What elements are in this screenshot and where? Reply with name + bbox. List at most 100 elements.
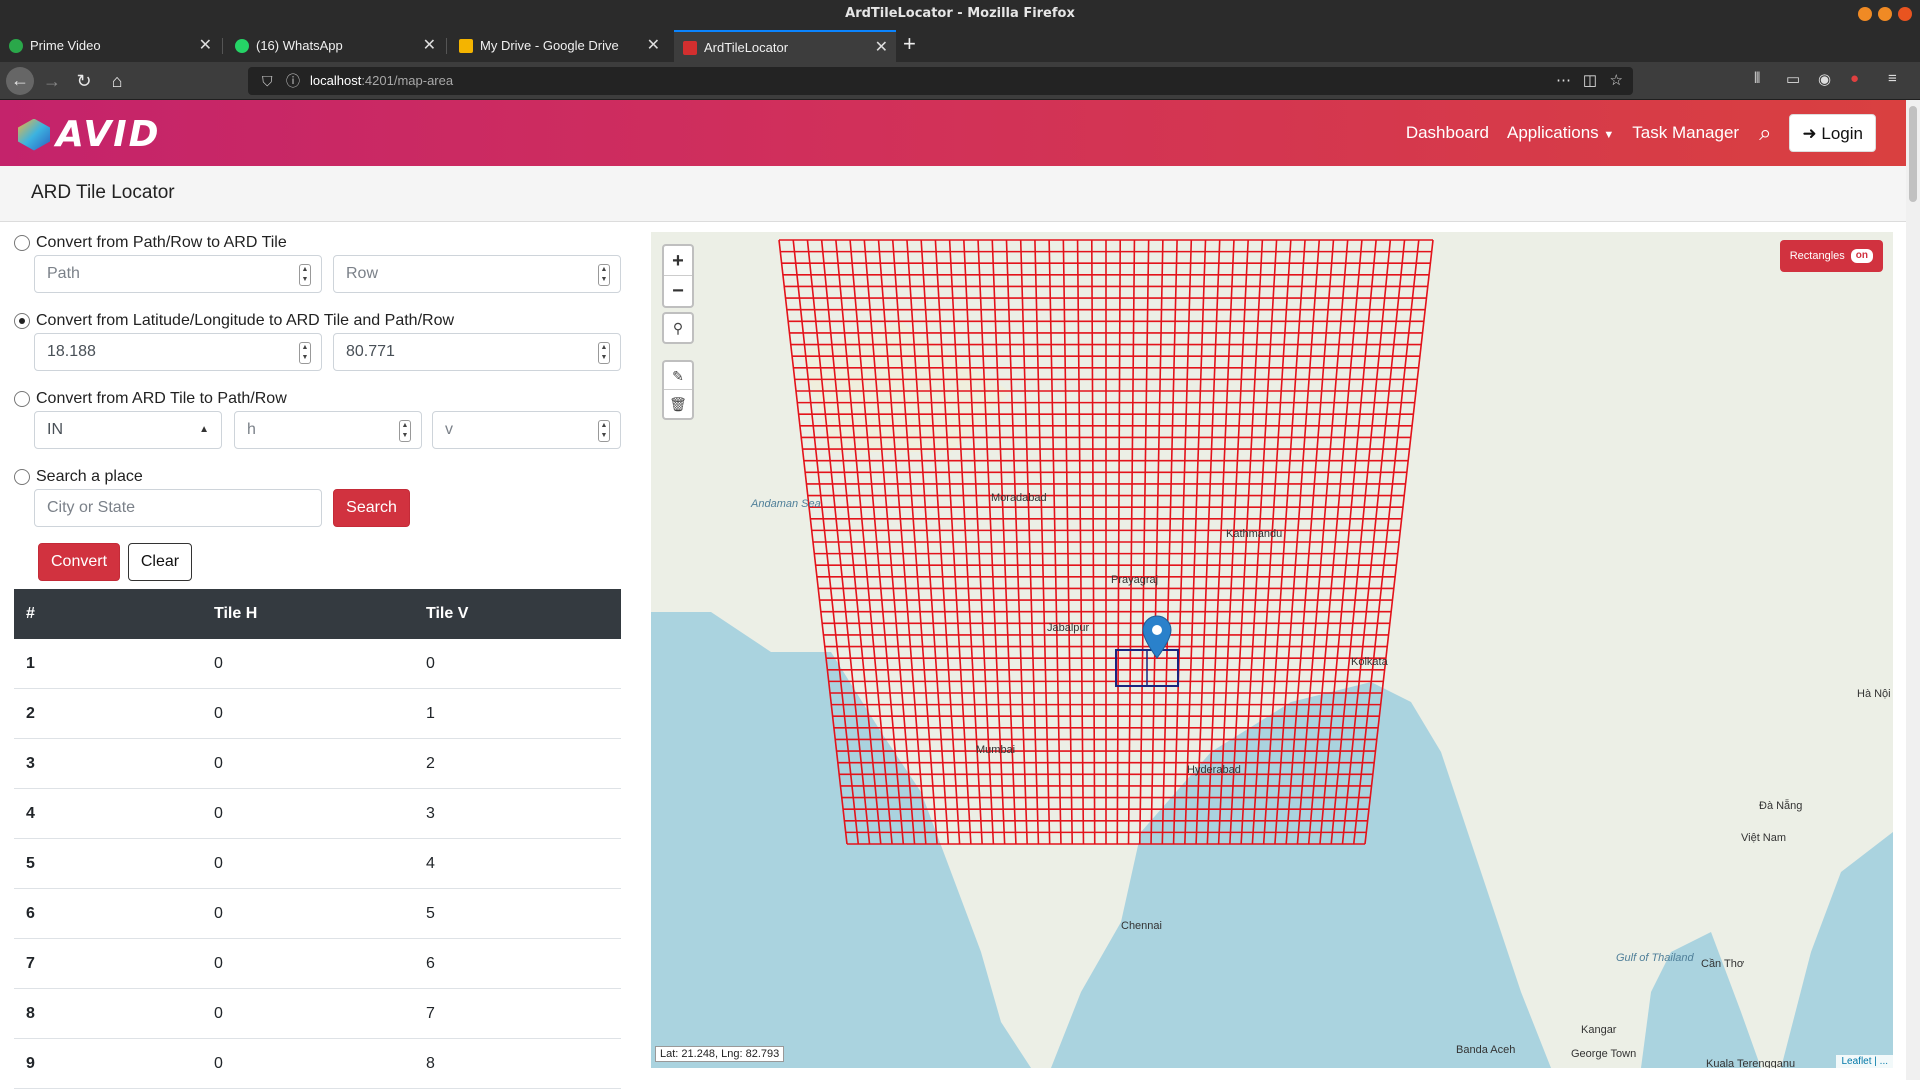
map-label-sea: Andaman Sea: [751, 498, 821, 510]
close-tab-icon[interactable]: ✕: [423, 30, 436, 62]
extension-icon[interactable]: ●: [1850, 70, 1859, 87]
url-bar[interactable]: ⛉ ⓘ localhost:4201/map-area ⋯ ◫ ☆: [248, 67, 1633, 95]
tile-h-value: 0: [214, 705, 223, 722]
row-index: 8: [26, 1005, 35, 1022]
close-window-button[interactable]: [1898, 7, 1912, 21]
spinner-icon[interactable]: ▲ ▼: [299, 264, 311, 286]
login-button[interactable]: ➜ Login: [1789, 114, 1876, 152]
nav-applications-label: Applications: [1507, 123, 1599, 142]
tile-h-value: 0: [214, 655, 223, 672]
search-icon[interactable]: ⌕: [1759, 120, 1771, 146]
forward-button[interactable]: →: [38, 68, 66, 94]
menu-icon[interactable]: ≡: [1888, 70, 1897, 87]
map-label-city: Cần Thơ: [1701, 958, 1745, 970]
radio-lat-lng[interactable]: [14, 313, 30, 329]
close-tab-icon[interactable]: ✕: [199, 30, 212, 62]
login-label: Login: [1821, 124, 1863, 143]
option-path-row[interactable]: Convert from Path/Row to ARD Tile: [14, 234, 287, 252]
map-label-city: George Town: [1571, 1048, 1637, 1060]
edit-control: ✎ 🗑: [662, 360, 694, 420]
close-tab-icon[interactable]: ✕: [875, 32, 888, 64]
rectangles-toggle[interactable]: Rectangles on: [1779, 240, 1883, 272]
rectangles-switch[interactable]: on: [1850, 249, 1873, 263]
spinner-icon[interactable]: ▲ ▼: [598, 420, 610, 442]
map-label-city: Hà Nội: [1857, 688, 1891, 700]
table-row: 1 0 0: [14, 639, 621, 689]
nav-task-manager[interactable]: Task Manager: [1632, 123, 1739, 143]
place-placeholder: City or State: [47, 499, 136, 516]
nav-applications[interactable]: Applications ▼: [1507, 123, 1614, 143]
row-index: 3: [26, 755, 35, 772]
table-row: 7 0 6: [14, 939, 621, 989]
tab-ardtilelocator[interactable]: ArdTileLocator ✕: [674, 30, 896, 62]
tile-v-value: 8: [426, 1055, 435, 1072]
tab-prime-video[interactable]: Prime Video ✕: [0, 30, 220, 62]
region-select[interactable]: IN ▲: [34, 411, 222, 449]
radio-search-place[interactable]: [14, 469, 30, 485]
tile-h-value: 0: [214, 755, 223, 772]
page-scrollbar[interactable]: [1906, 100, 1920, 1080]
bookmark-star-icon[interactable]: ☆: [1610, 67, 1623, 95]
sidebar-icon[interactable]: ▭: [1786, 70, 1800, 88]
tab-whatsapp[interactable]: (16) WhatsApp ✕: [226, 30, 444, 62]
spinner-icon[interactable]: ▲ ▼: [598, 264, 610, 286]
longitude-input[interactable]: 80.771 ▲ ▼: [333, 333, 621, 371]
home-button[interactable]: ⌂: [103, 68, 131, 94]
app-navbar: AVID Dashboard Applications ▼ Task Manag…: [0, 100, 1906, 166]
radio-ard-tile[interactable]: [14, 391, 30, 407]
tab-label: Prime Video: [30, 38, 101, 53]
map-canvas[interactable]: [651, 232, 1893, 1068]
map-attribution[interactable]: Leaflet | ...: [1836, 1055, 1893, 1068]
reload-button[interactable]: ↻: [70, 68, 98, 94]
maximize-button[interactable]: [1878, 7, 1892, 21]
tab-google-drive[interactable]: My Drive - Google Drive ✕: [450, 30, 668, 62]
path-input[interactable]: Path ▲ ▼: [34, 255, 322, 293]
pocket-icon[interactable]: ◫: [1583, 67, 1597, 95]
map-label-city: Việt Nam: [1741, 832, 1787, 844]
prime-video-icon: [9, 39, 23, 53]
latitude-input[interactable]: 18.188 ▲ ▼: [34, 333, 322, 371]
draw-marker-icon[interactable]: ⚲: [664, 314, 692, 342]
account-icon[interactable]: ◉: [1818, 70, 1831, 88]
option-lat-lng[interactable]: Convert from Latitude/Longitude to ARD T…: [14, 312, 454, 330]
minimize-button[interactable]: [1858, 7, 1872, 21]
info-icon[interactable]: ⓘ: [286, 67, 300, 95]
scrollbar-thumb[interactable]: [1909, 106, 1917, 202]
page-header: ARD Tile Locator: [0, 166, 1906, 222]
zoom-out-button[interactable]: −: [664, 276, 692, 306]
nav-dashboard[interactable]: Dashboard: [1406, 123, 1489, 143]
table-row: 9 0 8: [14, 1039, 621, 1089]
col-header-index: #: [26, 605, 35, 622]
map-container[interactable]: Andaman Sea Mumbai Hyderabad Chennai Kat…: [651, 232, 1893, 1068]
back-button[interactable]: ←: [6, 67, 34, 95]
tile-v-input[interactable]: v ▲ ▼: [432, 411, 621, 449]
place-search-input[interactable]: City or State: [34, 489, 322, 527]
google-drive-icon: [459, 39, 473, 53]
edit-layers-icon[interactable]: ✎: [664, 362, 692, 390]
map-label-city: Moradabad: [991, 492, 1047, 504]
brand[interactable]: AVID: [18, 114, 161, 155]
delete-layers-icon[interactable]: 🗑: [664, 390, 692, 418]
shield-icon[interactable]: ⛉: [262, 67, 273, 95]
option-search-place[interactable]: Search a place: [14, 468, 143, 486]
page-actions-icon[interactable]: ⋯: [1556, 67, 1571, 95]
convert-button[interactable]: Convert: [38, 543, 120, 581]
library-icon[interactable]: ⫴: [1754, 70, 1760, 87]
angular-icon: [683, 41, 697, 55]
row-input[interactable]: Row ▲ ▼: [333, 255, 621, 293]
spinner-icon[interactable]: ▲ ▼: [299, 342, 311, 364]
tile-h-value: 0: [214, 905, 223, 922]
spinner-icon[interactable]: ▲ ▼: [399, 420, 411, 442]
option-ard-tile[interactable]: Convert from ARD Tile to Path/Row: [14, 390, 287, 408]
tab-separator: [222, 38, 223, 54]
close-tab-icon[interactable]: ✕: [647, 30, 660, 62]
spinner-icon[interactable]: ▲ ▼: [598, 342, 610, 364]
radio-path-row[interactable]: [14, 235, 30, 251]
tile-h-value: 0: [214, 1055, 223, 1072]
new-tab-button[interactable]: +: [903, 28, 916, 60]
zoom-in-button[interactable]: +: [664, 246, 692, 276]
option-label: Search a place: [36, 468, 143, 485]
clear-button[interactable]: Clear: [128, 543, 192, 581]
tile-h-input[interactable]: h ▲ ▼: [234, 411, 422, 449]
search-button[interactable]: Search: [333, 489, 410, 527]
